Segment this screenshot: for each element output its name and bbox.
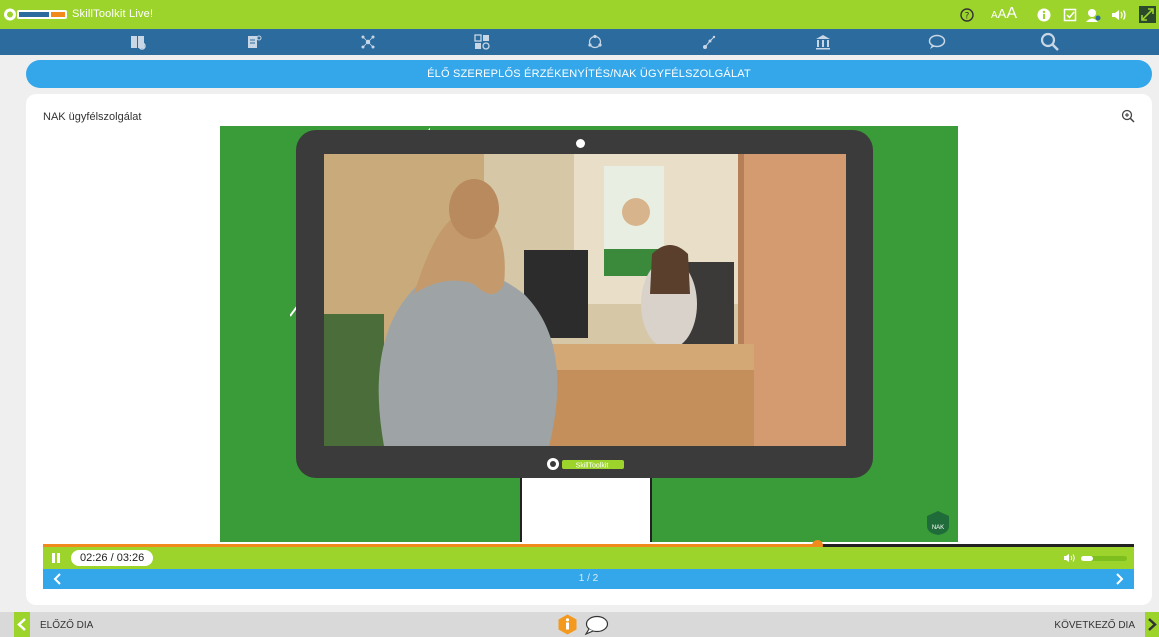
prev-slide-label: ELŐZŐ DIA [40, 620, 94, 631]
graph-icon[interactable] [701, 34, 717, 50]
office-scene-image [324, 154, 846, 446]
video-screen [324, 154, 846, 446]
chevron-right-icon [1148, 618, 1157, 631]
user-icon[interactable] [1085, 8, 1101, 22]
top-bar: SkillToolkit Live! ? AAA [0, 0, 1159, 29]
prev-arrow-box [14, 612, 30, 637]
card-title: NAK ügyfélszolgálat [43, 111, 142, 123]
grid-icon[interactable] [474, 34, 490, 50]
molecule-icon[interactable] [360, 34, 376, 50]
fullscreen-icon[interactable] [1139, 6, 1156, 23]
font-size-small: A [991, 10, 998, 21]
next-slide-button[interactable]: KÖVETKEZŐ DIA [1049, 612, 1159, 637]
camera-dot [576, 139, 585, 148]
video-player[interactable]: SkillToolkit NAK [220, 126, 958, 542]
volume-slider[interactable] [1081, 556, 1127, 561]
nak-logo: NAK [927, 511, 949, 535]
document-icon[interactable] [246, 34, 262, 50]
zoom-in-icon[interactable] [1121, 109, 1135, 123]
monitor-frame: SkillToolkit [296, 130, 873, 478]
skilltoolkit-brand: SkillToolkit [547, 458, 624, 470]
slide-pager: 1 / 2 [43, 569, 1134, 589]
content-card: NAK ügyfélszolgálat SkillToolkit NAK 02:… [26, 94, 1152, 605]
comment-icon[interactable] [583, 615, 609, 635]
info-icon[interactable] [1037, 8, 1051, 22]
next-arrow-box [1145, 612, 1159, 637]
app-title: SkillToolkit Live! [72, 8, 154, 20]
section-banner: ÉLŐ SZEREPLŐS ÉRZÉKENYÍTÉS/NAK ÜGYFÉLSZO… [26, 60, 1152, 88]
volume-icon[interactable] [1063, 553, 1077, 563]
search-icon[interactable] [1040, 32, 1060, 52]
book-icon[interactable] [130, 34, 146, 50]
info-hex-icon[interactable] [557, 614, 578, 635]
skilltoolkit-logo[interactable] [3, 7, 69, 22]
building-icon[interactable] [815, 34, 831, 50]
sound-icon[interactable] [1110, 8, 1128, 22]
nak-logo-text: NAK [932, 525, 944, 531]
bottom-bar: ELŐZŐ DIA KÖVETKEZŐ DIA [0, 612, 1159, 637]
media-controls: 02:26 / 03:26 [43, 547, 1134, 569]
chevron-left-icon [17, 618, 26, 631]
monitor-brand-text: SkillToolkit [576, 463, 609, 470]
pager-next-icon[interactable] [1113, 572, 1125, 586]
volume-level [1081, 556, 1093, 561]
font-size-icon[interactable]: AAA [991, 5, 1018, 22]
app-window: SkillToolkit Live! ? AAA ÉLŐ SZEREPLŐS É… [0, 0, 1159, 637]
monitor-stand [520, 478, 652, 542]
font-size-large: A [1006, 5, 1018, 22]
nav-bar [0, 29, 1159, 55]
checkbox-icon[interactable] [1063, 8, 1077, 22]
svg-text:?: ? [965, 12, 970, 22]
chat-icon[interactable] [928, 34, 946, 50]
pager-counter: 1 / 2 [578, 573, 599, 584]
next-slide-label: KÖVETKEZŐ DIA [1054, 620, 1135, 631]
cycle-icon[interactable] [587, 34, 603, 50]
pause-icon[interactable] [52, 553, 60, 563]
help-icon[interactable]: ? [960, 8, 974, 22]
prev-slide-button[interactable]: ELŐZŐ DIA [14, 612, 134, 637]
time-display: 02:26 / 03:26 [71, 550, 154, 566]
